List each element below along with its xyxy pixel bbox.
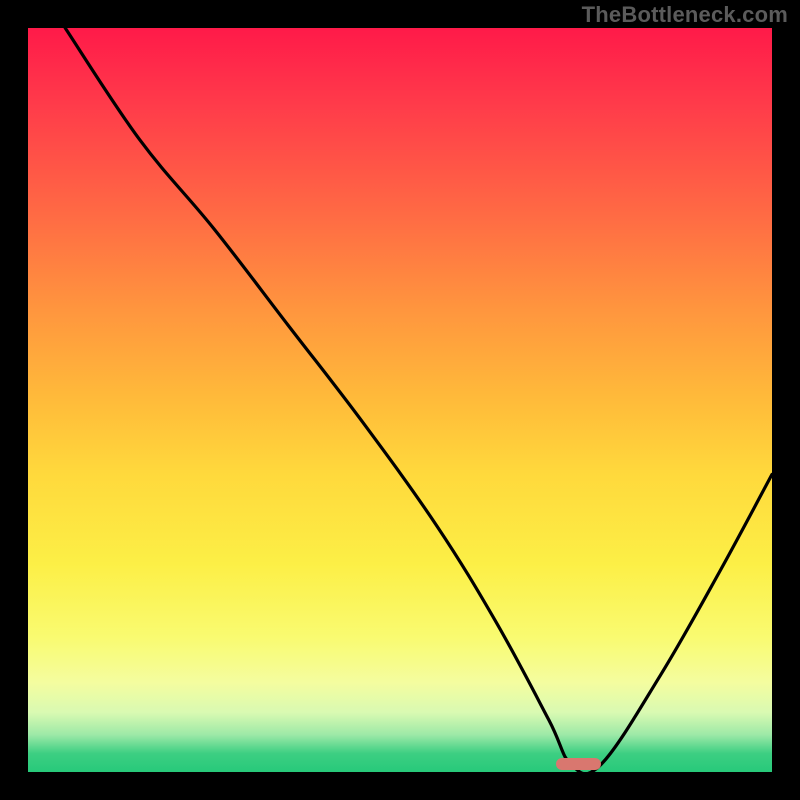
heatmap-plot-area xyxy=(28,28,772,772)
optimal-range-marker xyxy=(556,758,601,770)
bottleneck-curve-svg xyxy=(28,28,772,772)
chart-container: TheBottleneck.com xyxy=(0,0,800,800)
watermark-text: TheBottleneck.com xyxy=(582,2,788,28)
bottleneck-curve xyxy=(65,28,772,772)
